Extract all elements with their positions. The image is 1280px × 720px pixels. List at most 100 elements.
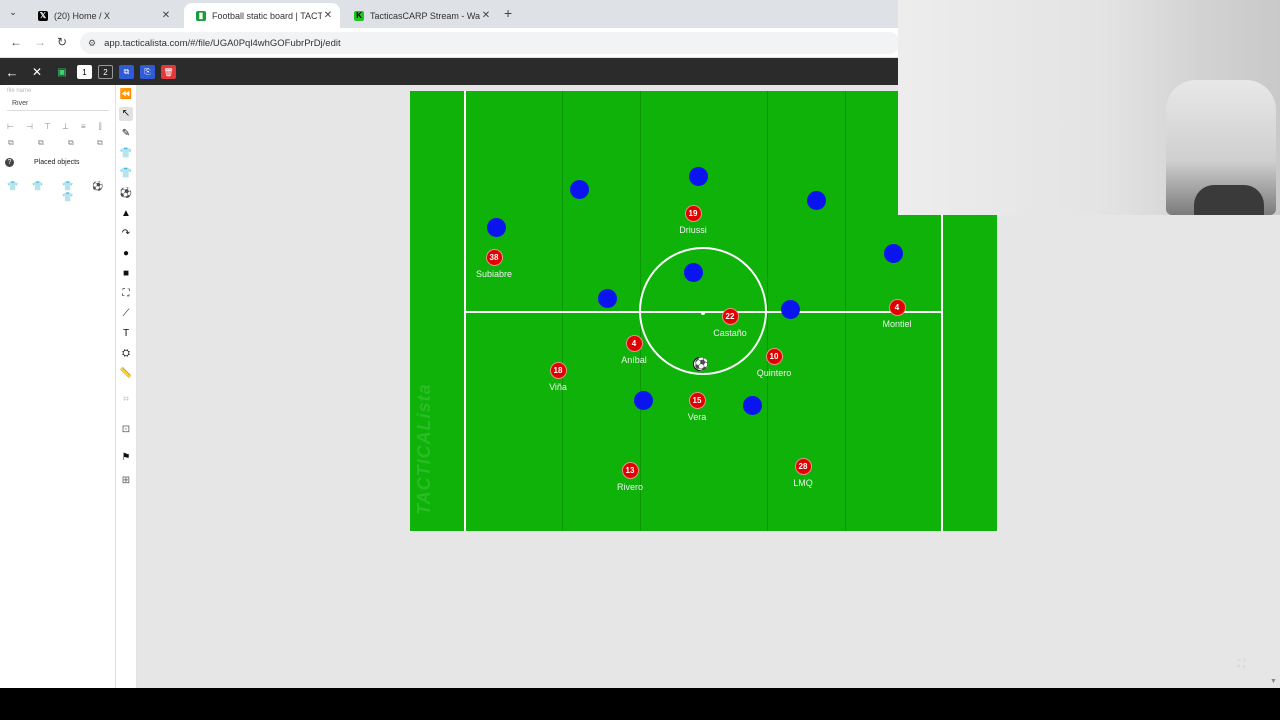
blue-player[interactable] [689, 167, 708, 186]
placed-objects-header: ? Placed objects [5, 158, 80, 167]
shirt-icon[interactable]: 👕 [119, 147, 133, 161]
help-icon[interactable]: ? [5, 158, 14, 167]
blue-player[interactable] [807, 191, 826, 210]
pen-icon[interactable]: ✎ [119, 127, 133, 141]
tab-x-home[interactable]: 𝕏 (20) Home / X ✕ [26, 3, 178, 28]
taskbar [0, 688, 1280, 720]
red-player[interactable]: 28 LMQ [773, 458, 833, 488]
blue-player[interactable] [884, 244, 903, 263]
site-info-icon[interactable]: ⚙ [88, 38, 96, 49]
file-name-input[interactable] [7, 97, 109, 111]
red-player[interactable]: 4 Montiel [867, 299, 927, 329]
collapse-panel-icon[interactable]: ⏪ [119, 88, 133, 102]
back-arrow-icon[interactable]: ← [5, 65, 19, 80]
player-number: 10 [765, 348, 783, 365]
close-tab-icon[interactable]: ✕ [322, 10, 334, 21]
blue-player[interactable] [487, 218, 506, 237]
copy-slide-icon[interactable]: ⎘ [140, 65, 155, 79]
close-icon[interactable]: ✕ [30, 65, 44, 79]
line-icon[interactable]: ⟋ [119, 307, 133, 321]
distribute-vertical-icon[interactable]: ⧉ [38, 138, 44, 148]
player-name: Rivero [616, 482, 643, 492]
slide-2-button[interactable]: 2 [98, 65, 113, 79]
group-icon[interactable]: ⧉ [68, 138, 74, 148]
tacticalista-icon: ▮ [196, 10, 206, 21]
align-right-icon[interactable]: ⫿ [99, 122, 102, 132]
player-number: 13 [621, 462, 639, 479]
red-player[interactable]: 38 Subiabre [464, 249, 524, 279]
blue-player[interactable] [684, 263, 703, 282]
new-tab-icon[interactable]: + [504, 5, 512, 21]
tab-search-icon[interactable]: ⌄ [6, 7, 20, 21]
slide-1-button[interactable]: 1 [77, 65, 92, 79]
back-icon[interactable]: ← [10, 35, 22, 49]
player-name: Castaño [713, 328, 747, 338]
x-logo-icon: 𝕏 [38, 10, 48, 21]
blue-player[interactable] [634, 391, 653, 410]
square-shape-icon[interactable]: ■ [119, 267, 133, 281]
fullscreen-icon[interactable]: ⛶ [1238, 659, 1245, 670]
align-center-icon[interactable]: ⊣ [26, 122, 33, 131]
blue-player[interactable] [598, 289, 617, 308]
align-bottom-icon[interactable]: ≡ [81, 122, 86, 131]
align-left-icon[interactable]: ⊢ [7, 122, 14, 131]
forward-icon[interactable]: → [34, 35, 46, 49]
tab-title: Football static board | TACTICA [212, 10, 322, 21]
shirt-alt-icon[interactable]: 👕 [119, 167, 133, 181]
close-tab-icon[interactable]: ✕ [160, 10, 172, 21]
curved-arrow-icon[interactable]: ↷ [119, 227, 133, 241]
ball-icon[interactable]: ⚽ [693, 357, 709, 371]
cone-icon[interactable]: ▲ [119, 207, 133, 221]
grid-icon[interactable]: ⊞ [119, 474, 133, 488]
placed-ball-icon[interactable]: ⚽ [88, 181, 108, 195]
duplicate-slide-icon[interactable]: ⧉ [119, 65, 134, 79]
player-number: 4 [888, 299, 906, 316]
url-field[interactable]: ⚙ app.tacticalista.com/#/file/UGA0Pql4wh… [80, 32, 900, 54]
distribute-horizontal-icon[interactable]: ⧉ [8, 138, 14, 148]
properties-panel: file name ⊢ ⊣ ⊤ ⊥ ≡ ⫿ ⧉ ⧉ ⧉ ⧉ ? Placed o… [0, 85, 116, 688]
red-player[interactable]: 4 Aníbal [604, 335, 664, 365]
text-icon[interactable]: T [119, 327, 133, 341]
ungroup-icon[interactable]: ⧉ [97, 138, 103, 148]
player-number: 28 [794, 458, 812, 475]
tab-title: (20) Home / X [54, 10, 111, 21]
toggle-off-icon[interactable]: ⊡ [119, 423, 133, 437]
close-tab-icon[interactable]: ✕ [480, 10, 492, 21]
delete-slide-icon[interactable]: 🗑 [161, 65, 176, 79]
circle-shape-icon[interactable]: ● [119, 247, 133, 261]
player-name: Aníbal [621, 355, 647, 365]
blue-player[interactable] [743, 396, 762, 415]
select-pointer-icon[interactable]: ↖ [119, 107, 133, 121]
scroll-down-icon[interactable]: ▼ [1270, 678, 1277, 685]
red-player[interactable]: 10 Quintero [744, 348, 804, 378]
player-number: 15 [688, 392, 706, 409]
blue-player[interactable] [570, 180, 589, 199]
placed-shirt-icon[interactable]: 👕 [3, 181, 23, 195]
red-player[interactable]: 19 Driussi [663, 205, 723, 235]
red-player[interactable]: 15 Vera [667, 392, 727, 422]
player-name: LMQ [793, 478, 813, 488]
red-player[interactable]: 13 Rivero [600, 462, 660, 492]
ball-icon[interactable]: ⚽ [119, 187, 133, 201]
placed-shirts-icon[interactable]: 👕👕 [58, 181, 78, 202]
player-group-icon[interactable]: ⛭ [119, 347, 133, 361]
pitch-icon[interactable]: ⌗ [119, 393, 133, 407]
red-player[interactable]: 22 Castaño [700, 308, 760, 338]
webcam-overlay [898, 0, 1280, 215]
red-player[interactable]: 18 Viña [528, 362, 588, 392]
formation-icon[interactable]: ⚑ [119, 451, 133, 465]
tab-tacticalista[interactable]: ▮ Football static board | TACTICA ✕ [184, 3, 340, 28]
align-top-icon[interactable]: ⊤ [44, 122, 51, 131]
placed-shirt-icon[interactable]: 👕 [28, 181, 48, 195]
tab-tacticascarp-stream[interactable]: K TacticasCARP Stream - Watch L ✕ [342, 3, 498, 28]
blue-player[interactable] [781, 300, 800, 319]
app-toolbar: ← ✕ ▣ 1 2 ⧉ ⎘ 🗑 [0, 58, 900, 85]
image-icon[interactable]: ▣ [55, 65, 69, 79]
player-name: Vera [687, 412, 707, 422]
ruler-icon[interactable]: 📏 [119, 367, 133, 381]
polygon-icon[interactable]: ⛶ [119, 287, 133, 301]
reload-icon[interactable]: ↻ [57, 35, 67, 49]
player-number: 18 [549, 362, 567, 379]
player-name: Montiel [882, 319, 912, 329]
align-middle-icon[interactable]: ⊥ [62, 122, 69, 131]
